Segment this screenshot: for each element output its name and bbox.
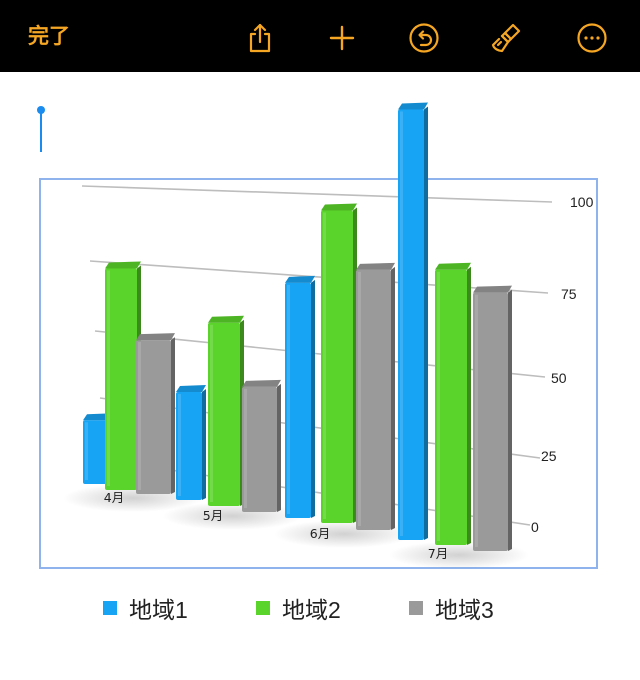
y-tick-label: 0 — [531, 519, 539, 535]
bar-地域1-7月[interactable] — [398, 102, 428, 541]
bar-地域3-4月[interactable] — [136, 333, 175, 494]
x-tick-label: 6月 — [310, 526, 330, 541]
bar-地域2-7月[interactable] — [435, 262, 471, 545]
y-tick-label: 75 — [561, 286, 577, 302]
bar-地域3-6月[interactable] — [356, 262, 395, 530]
legend-item-3: 地域3 — [409, 592, 494, 624]
bar-地域1-5月[interactable] — [176, 385, 206, 500]
legend-item-2: 地域2 — [256, 592, 341, 624]
bar-地域3-7月[interactable] — [473, 285, 512, 551]
legend-label-1: 地域1 — [129, 597, 188, 623]
legend-label-3: 地域3 — [435, 597, 494, 623]
legend-swatch-3 — [409, 601, 423, 615]
y-tick-label: 50 — [551, 370, 567, 386]
legend-swatch-2 — [256, 601, 270, 615]
legend-swatch-1 — [103, 601, 117, 615]
legend-item-1: 地域1 — [103, 592, 188, 624]
x-tick-label: 5月 — [203, 508, 223, 523]
y-tick-label: 25 — [541, 448, 557, 464]
bar-地域3-5月[interactable] — [242, 379, 281, 512]
gridline — [81, 185, 553, 203]
x-tick-label: 7月 — [428, 546, 448, 561]
y-tick-label: 100 — [570, 194, 594, 210]
bar-地域2-5月[interactable] — [208, 315, 244, 506]
chart-legend: 地域1 地域2 地域3 — [0, 592, 640, 624]
bar-chart[interactable]: 100 75 50 25 0 4月 5月 6月 7月 — [0, 0, 640, 680]
bar-地域2-4月[interactable] — [105, 261, 141, 490]
bar-地域1-6月[interactable] — [285, 275, 315, 518]
x-tick-label: 4月 — [104, 490, 124, 505]
legend-label-2: 地域2 — [282, 597, 341, 623]
bar-地域2-6月[interactable] — [321, 203, 357, 524]
